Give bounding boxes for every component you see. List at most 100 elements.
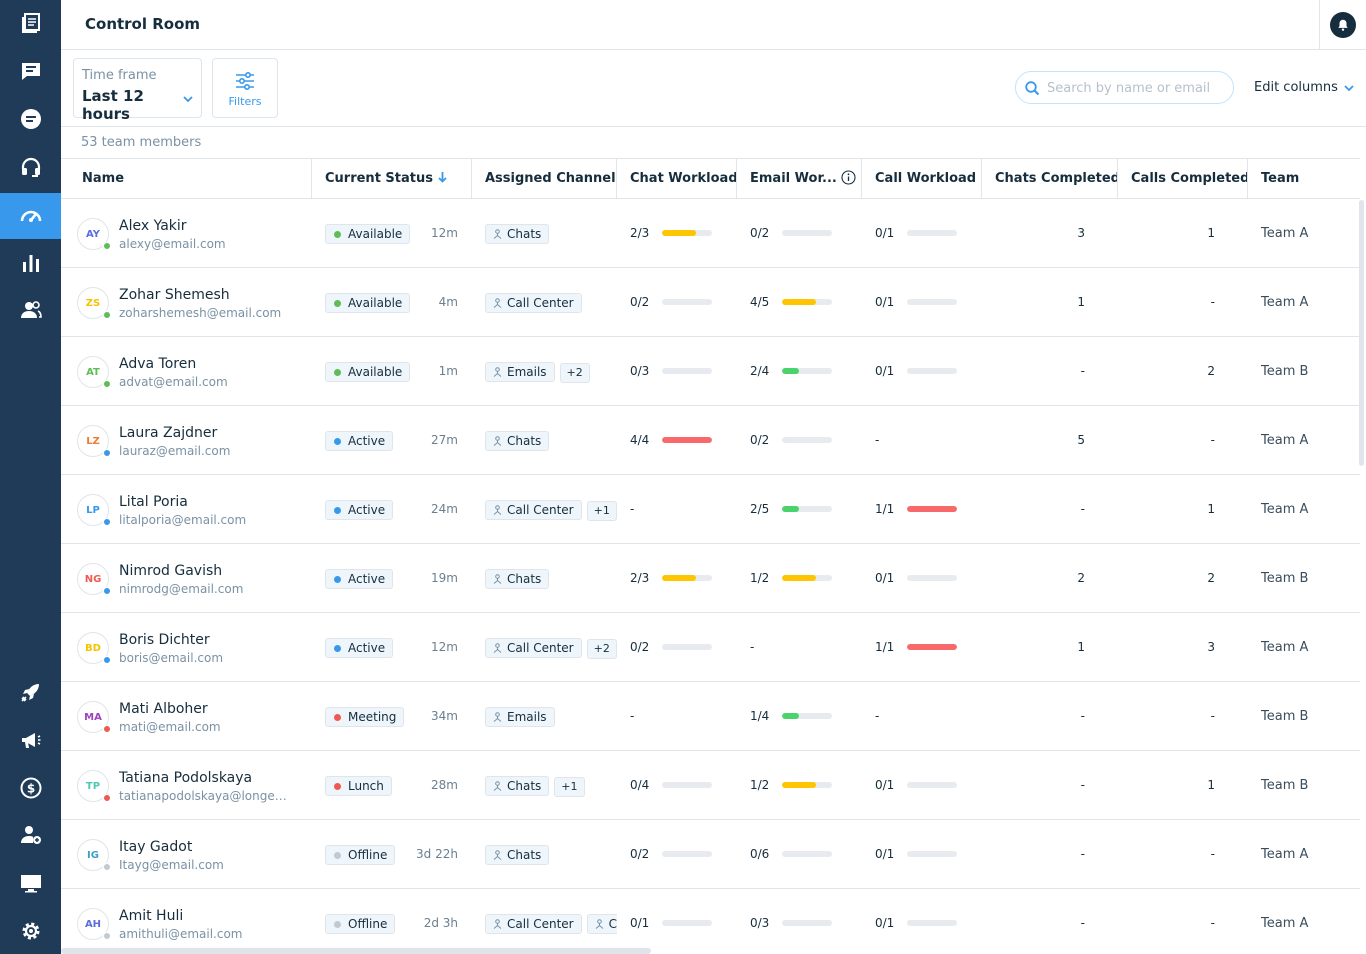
sidebar-item-team[interactable] [0,287,61,333]
sidebar-item-billing[interactable]: $ [0,765,61,811]
channel-chip[interactable]: Chats [485,845,550,865]
member-name[interactable]: Boris Dichter [119,632,210,648]
channel-label: Call Center [507,503,574,517]
member-name[interactable]: Amit Huli [119,908,183,924]
column-header-chats-completed[interactable]: Chats Completed [982,159,1118,199]
table-row[interactable]: AY Alex Yakir alexy@email.com Available 12m C… [61,199,1360,268]
table-row[interactable]: AH Amit Huli amithuli@email.com Offline 2d 3… [61,889,1360,954]
channel-chip[interactable]: Cha [586,914,617,934]
sidebar-item-knowledge-base[interactable] [0,0,61,46]
search-box[interactable] [1015,71,1234,104]
channel-chip[interactable]: Chats [485,569,550,589]
channel-chip[interactable]: Call Center [485,293,582,313]
horizontal-scrollbar[interactable] [61,948,651,954]
member-name[interactable]: Mati Alboher [119,701,208,717]
column-header-call-workload[interactable]: Call Workload [862,159,982,199]
table-row[interactable]: LP Lital Poria litalporia@email.com Active 2… [61,475,1360,544]
sidebar-item-campaigns[interactable] [0,717,61,763]
more-channels-chip[interactable]: +1 [554,777,585,797]
status-badge[interactable]: Meeting [325,707,405,727]
sidebar-item-chats[interactable] [0,96,61,142]
status-badge[interactable]: Offline [325,914,396,934]
member-name[interactable]: Alex Yakir [119,218,187,234]
status-badge[interactable]: Available [325,293,411,313]
headset-icon [21,157,40,177]
email-workload-cell: 1/2 [737,544,862,612]
status-badge[interactable]: Available [325,362,411,382]
channel-chip[interactable]: Emails [485,707,555,727]
members-count: 53 team members [81,135,202,150]
status-dot [334,438,341,445]
page-title: Control Room [85,15,201,33]
status-cell: Active 24m [312,475,472,543]
status-badge[interactable]: Offline [325,845,396,865]
call-workload-bar [907,920,957,926]
member-name[interactable]: Adva Toren [119,356,196,372]
channel-chip[interactable]: Chats [485,776,550,796]
column-header-chat-workload[interactable]: Chat Workload [617,159,737,199]
more-channels-chip[interactable]: +2 [586,639,617,659]
channel-chip[interactable]: Chats [485,224,550,244]
channel-icon [493,436,502,446]
chat-workload-value: 0/2 [630,295,650,309]
chat-workload-cell: 0/2 [617,268,737,336]
channel-chip[interactable]: Call Center [485,914,582,934]
member-name[interactable]: Tatiana Podolskaya [119,770,252,786]
table-row[interactable]: ZS Zohar Shemesh zoharshemesh@email.com Ava… [61,268,1360,337]
sidebar-item-settings[interactable] [0,908,61,954]
sidebar-item-control-room[interactable] [0,193,61,239]
channel-icon [493,643,502,653]
column-header-email-workload[interactable]: Email Wor... [737,159,862,199]
sidebar-item-screen[interactable] [0,860,61,906]
filters-button[interactable]: Filters [212,58,278,118]
member-name[interactable]: Itay Gadot [119,839,192,855]
sidebar-item-calls[interactable] [0,144,61,190]
member-name[interactable]: Lital Poria [119,494,188,510]
channel-chip[interactable]: Call Center [485,500,582,520]
sidebar-item-messages[interactable] [0,48,61,94]
call-workload-value: 0/1 [875,571,895,585]
more-channels-chip[interactable]: +1 [586,501,617,521]
status-badge[interactable]: Lunch [325,776,392,796]
search-input[interactable] [1047,78,1227,98]
member-name[interactable]: Nimrod Gavish [119,563,222,579]
status-badge[interactable]: Active [325,638,394,658]
table-row[interactable]: IG Itay Gadot Itayg@email.com Offline 3d 22h… [61,820,1360,889]
status-badge[interactable]: Active [325,500,394,520]
notifications-button[interactable] [1319,0,1366,49]
call-workload-cell: 0/1 [862,268,982,336]
table-row[interactable]: BD Boris Dichter boris@email.com Active 12m C… [61,613,1360,682]
more-channels-chip[interactable]: +2 [559,363,590,383]
calls-completed-value: - [1210,847,1215,861]
column-header-team[interactable]: Team [1248,159,1360,199]
sidebar-item-reports[interactable] [0,240,61,286]
status-badge[interactable]: Active [325,431,394,451]
table-row[interactable]: TP Tatiana Podolskaya tatianapodolskaya@lo… [61,751,1360,820]
sidebar-item-launch[interactable] [0,669,61,715]
table-row[interactable]: NG Nimrod Gavish nimrodg@email.com Active 19… [61,544,1360,613]
status-badge[interactable]: Active [325,569,394,589]
channel-chip[interactable]: Emails [485,362,555,382]
channel-chip[interactable]: Call Center [485,638,582,658]
email-workload-bar [782,782,832,788]
table-row[interactable]: AT Adva Toren advat@email.com Available 1m Em… [61,337,1360,406]
column-header-calls-completed[interactable]: Calls Completed [1118,159,1248,199]
email-workload-value: 2/5 [750,502,770,516]
timeframe-dropdown[interactable]: Time frame Last 12 hours [73,58,202,123]
member-name[interactable]: Laura Zajdner [119,425,217,441]
edit-columns-dropdown[interactable]: Edit columns [1254,80,1354,95]
column-header-name[interactable]: Name [69,159,312,199]
call-workload-value: 1/1 [875,640,895,654]
status-badge[interactable]: Available [325,224,411,244]
vertical-scrollbar[interactable] [1359,200,1364,466]
channel-icon [493,229,502,239]
info-icon[interactable] [841,170,856,185]
member-name[interactable]: Zohar Shemesh [119,287,230,303]
channel-chip[interactable]: Chats [485,431,550,451]
table-row[interactable]: LZ Laura Zajdner lauraz@email.com Active 27m… [61,406,1360,475]
column-header-current-status[interactable]: Current Status [312,159,472,199]
table-row[interactable]: MA Mati Alboher mati@email.com Meeting 34m Em… [61,682,1360,751]
sidebar-item-add-user[interactable] [0,812,61,858]
channel-list: Emails +2 [485,362,617,383]
column-header-assigned-channels[interactable]: Assigned Channels [472,159,617,199]
